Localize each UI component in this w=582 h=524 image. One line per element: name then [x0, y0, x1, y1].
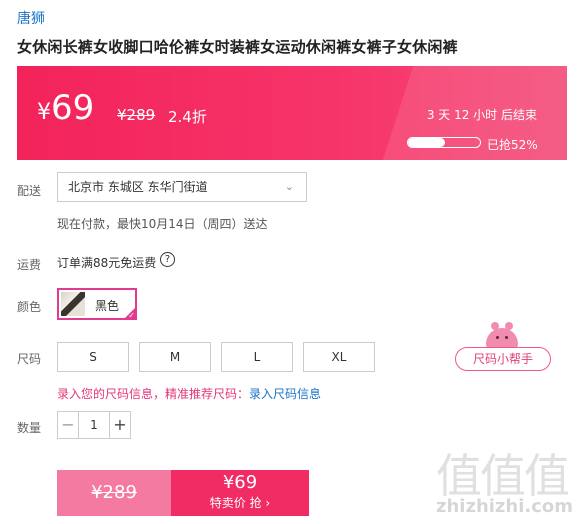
brand-link[interactable]: 唐狮: [17, 8, 45, 28]
color-option-label: 黑色: [95, 299, 120, 313]
address-select[interactable]: 北京市 东城区 东华门街道 ⌄: [57, 172, 307, 202]
countdown-timer: 3 天 12 小时 后结束: [426, 108, 537, 122]
color-option-selected[interactable]: 黑色 ✓: [57, 288, 137, 320]
price-banner: ¥69 ¥289 2.4折 3 天 12 小时 后结束 已抢52%: [17, 66, 567, 160]
size-info-prompt: 录入您的尺码信息，精准推荐尺码：: [57, 387, 250, 401]
check-icon: ✓: [128, 311, 135, 320]
size-option-xl[interactable]: XL: [303, 342, 375, 372]
size-helper-button[interactable]: 尺码小帮手: [455, 347, 551, 371]
freight-text: 订单满88元免运费: [57, 256, 157, 270]
original-price: ¥289: [117, 106, 156, 124]
quantity-plus-button[interactable]: +: [109, 412, 130, 438]
size-option-s[interactable]: S: [57, 342, 129, 372]
quantity-input[interactable]: 1: [80, 412, 108, 438]
quantity-label: 数量: [17, 421, 42, 435]
freight-label: 运费: [17, 258, 42, 272]
size-option-m[interactable]: M: [139, 342, 211, 372]
watermark-url: zhizhizhi.com: [436, 496, 574, 517]
buy-now-price: ¥69: [222, 472, 258, 493]
sold-progress-bar: [407, 137, 481, 148]
buy-original-price: ¥289: [57, 470, 171, 516]
size-option-l[interactable]: L: [221, 342, 293, 372]
quantity-minus-button[interactable]: −: [58, 412, 79, 438]
sold-progress-fill: [408, 138, 446, 147]
size-label: 尺码: [17, 352, 42, 366]
sold-progress-label: 已抢52%: [487, 138, 538, 152]
size-info-note: 录入您的尺码信息，精准推荐尺码：录入尺码信息: [57, 385, 321, 402]
help-icon[interactable]: ?: [160, 252, 175, 267]
current-price: ¥69: [37, 88, 94, 128]
delivery-label: 配送: [17, 184, 42, 198]
price-value: 69: [51, 88, 95, 128]
color-label: 颜色: [17, 300, 42, 314]
delivery-note: 现在付款，最快10月14日（周四）送达: [57, 217, 268, 231]
quantity-stepper: − 1 +: [57, 411, 131, 439]
buy-now-button[interactable]: ¥69 特卖价 抢 ›: [171, 470, 309, 516]
size-info-link[interactable]: 录入尺码信息: [249, 387, 321, 401]
product-title: 女休闲长裤女收脚口哈伦裤女时装裤女运动休闲裤女裤子女休闲裤: [17, 38, 458, 56]
color-thumbnail: [61, 292, 85, 316]
discount-badge: 2.4折: [168, 108, 207, 126]
address-value: 北京市 东城区 东华门街道: [68, 180, 208, 194]
chevron-down-icon: ⌄: [284, 180, 294, 193]
currency-symbol: ¥: [37, 100, 51, 125]
buy-now-label: 特卖价 抢 ›: [209, 496, 271, 510]
